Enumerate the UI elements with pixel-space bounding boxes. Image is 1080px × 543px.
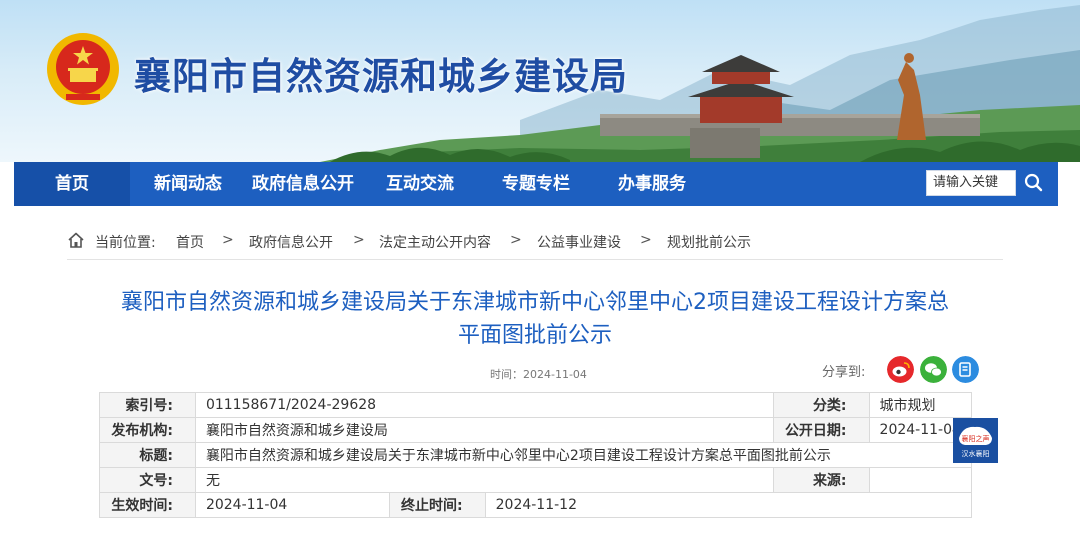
index-label: 索引号:: [99, 392, 196, 418]
share-label: 分享到:: [822, 365, 866, 380]
breadcrumb-separator: >: [353, 232, 365, 248]
effective-label: 生效时间:: [99, 492, 196, 518]
table-row: 生效时间: 2024-11-04 终止时间: 2024-11-12: [99, 492, 973, 518]
national-emblem-icon: [47, 33, 119, 105]
weibo-icon[interactable]: [887, 356, 914, 383]
table-row: 索引号: 011158671/2024-29628 分类: 城市规划: [99, 392, 973, 418]
article-title-line1: 襄阳市自然资源和城乡建设局关于东津城市新中心邻里中心2项目建设工程设计方案总: [121, 290, 949, 315]
article-title-line2: 平面图批前公示: [457, 323, 612, 348]
breadcrumb-planning-notice[interactable]: 规划批前公示: [667, 232, 751, 252]
main-nav: 首页 新闻动态 政府信息公开 互动交流 专题专栏 办事服务 请输入关键: [14, 162, 1058, 206]
category-value: 城市规划: [868, 392, 973, 418]
nav-item-topics[interactable]: 专题专栏: [494, 162, 578, 206]
article-title: 襄阳市自然资源和城乡建设局关于东津城市新中心邻里中心2项目建设工程设计方案总 平…: [60, 286, 1010, 352]
radio-float-widget[interactable]: 襄阳之声 汉水襄阳: [953, 418, 998, 463]
info-table: 索引号: 011158671/2024-29628 分类: 城市规划 发布机构:…: [99, 392, 973, 518]
publisher-label: 发布机构:: [99, 417, 196, 443]
float-widget-line2: 汉水襄阳: [962, 449, 990, 458]
breadcrumb-prefix: 当前位置:: [95, 235, 156, 251]
wechat-icon[interactable]: [920, 356, 947, 383]
home-icon: [68, 232, 84, 248]
nav-item-news[interactable]: 新闻动态: [144, 162, 232, 206]
breadcrumb-statutory[interactable]: 法定主动公开内容: [379, 232, 491, 252]
float-widget-line1: 襄阳之声: [962, 434, 990, 443]
article-time: 时间：2024-11-04: [490, 368, 587, 381]
docno-label: 文号:: [99, 467, 196, 493]
breadcrumb-separator: >: [510, 232, 522, 248]
breadcrumb-separator: >: [640, 232, 652, 248]
title-value: 襄阳市自然资源和城乡建设局关于东津城市新中心邻里中心2项目建设工程设计方案总平面…: [194, 442, 973, 468]
publisher-value: 襄阳市自然资源和城乡建设局: [194, 417, 774, 443]
table-row: 发布机构: 襄阳市自然资源和城乡建设局 公开日期: 2024-11-04: [99, 417, 973, 443]
breadcrumb-gov-info[interactable]: 政府信息公开: [249, 232, 333, 252]
nav-item-interaction[interactable]: 互动交流: [378, 162, 462, 206]
nav-item-services[interactable]: 办事服务: [610, 162, 694, 206]
table-row: 文号: 无 来源:: [99, 467, 973, 493]
search-icon[interactable]: [1016, 168, 1052, 198]
breadcrumb-home[interactable]: 首页: [176, 232, 204, 252]
pubdate-label: 公开日期:: [772, 417, 870, 443]
breadcrumb: 当前位置: 首页 > 政府信息公开 > 法定主动公开内容 > 公益事业建设 > …: [67, 224, 1003, 260]
nav-item-gov-info[interactable]: 政府信息公开: [246, 162, 360, 206]
nav-item-home[interactable]: 首页: [14, 162, 130, 206]
effective-value: 2024-11-04: [194, 492, 390, 518]
breadcrumb-public-welfare[interactable]: 公益事业建设: [537, 232, 621, 252]
breadcrumb-separator: >: [222, 232, 234, 248]
radio-logo-icon: 襄阳之声 汉水襄阳: [953, 418, 998, 463]
expire-label: 终止时间:: [388, 492, 486, 518]
search-input[interactable]: 请输入关键: [926, 170, 1016, 196]
docno-value: 无: [194, 467, 774, 493]
source-value: [868, 467, 973, 493]
index-value: 011158671/2024-29628: [194, 392, 774, 418]
expire-value: 2024-11-12: [484, 492, 973, 518]
copy-link-icon[interactable]: [952, 356, 979, 383]
table-row: 标题: 襄阳市自然资源和城乡建设局关于东津城市新中心邻里中心2项目建设工程设计方…: [99, 442, 973, 468]
title-label: 标题:: [99, 442, 196, 468]
source-label: 来源:: [772, 467, 870, 493]
header-banner: 襄阳市自然资源和城乡建设局: [0, 0, 1080, 162]
category-label: 分类:: [772, 392, 870, 418]
site-title: 襄阳市自然资源和城乡建设局: [134, 55, 628, 98]
